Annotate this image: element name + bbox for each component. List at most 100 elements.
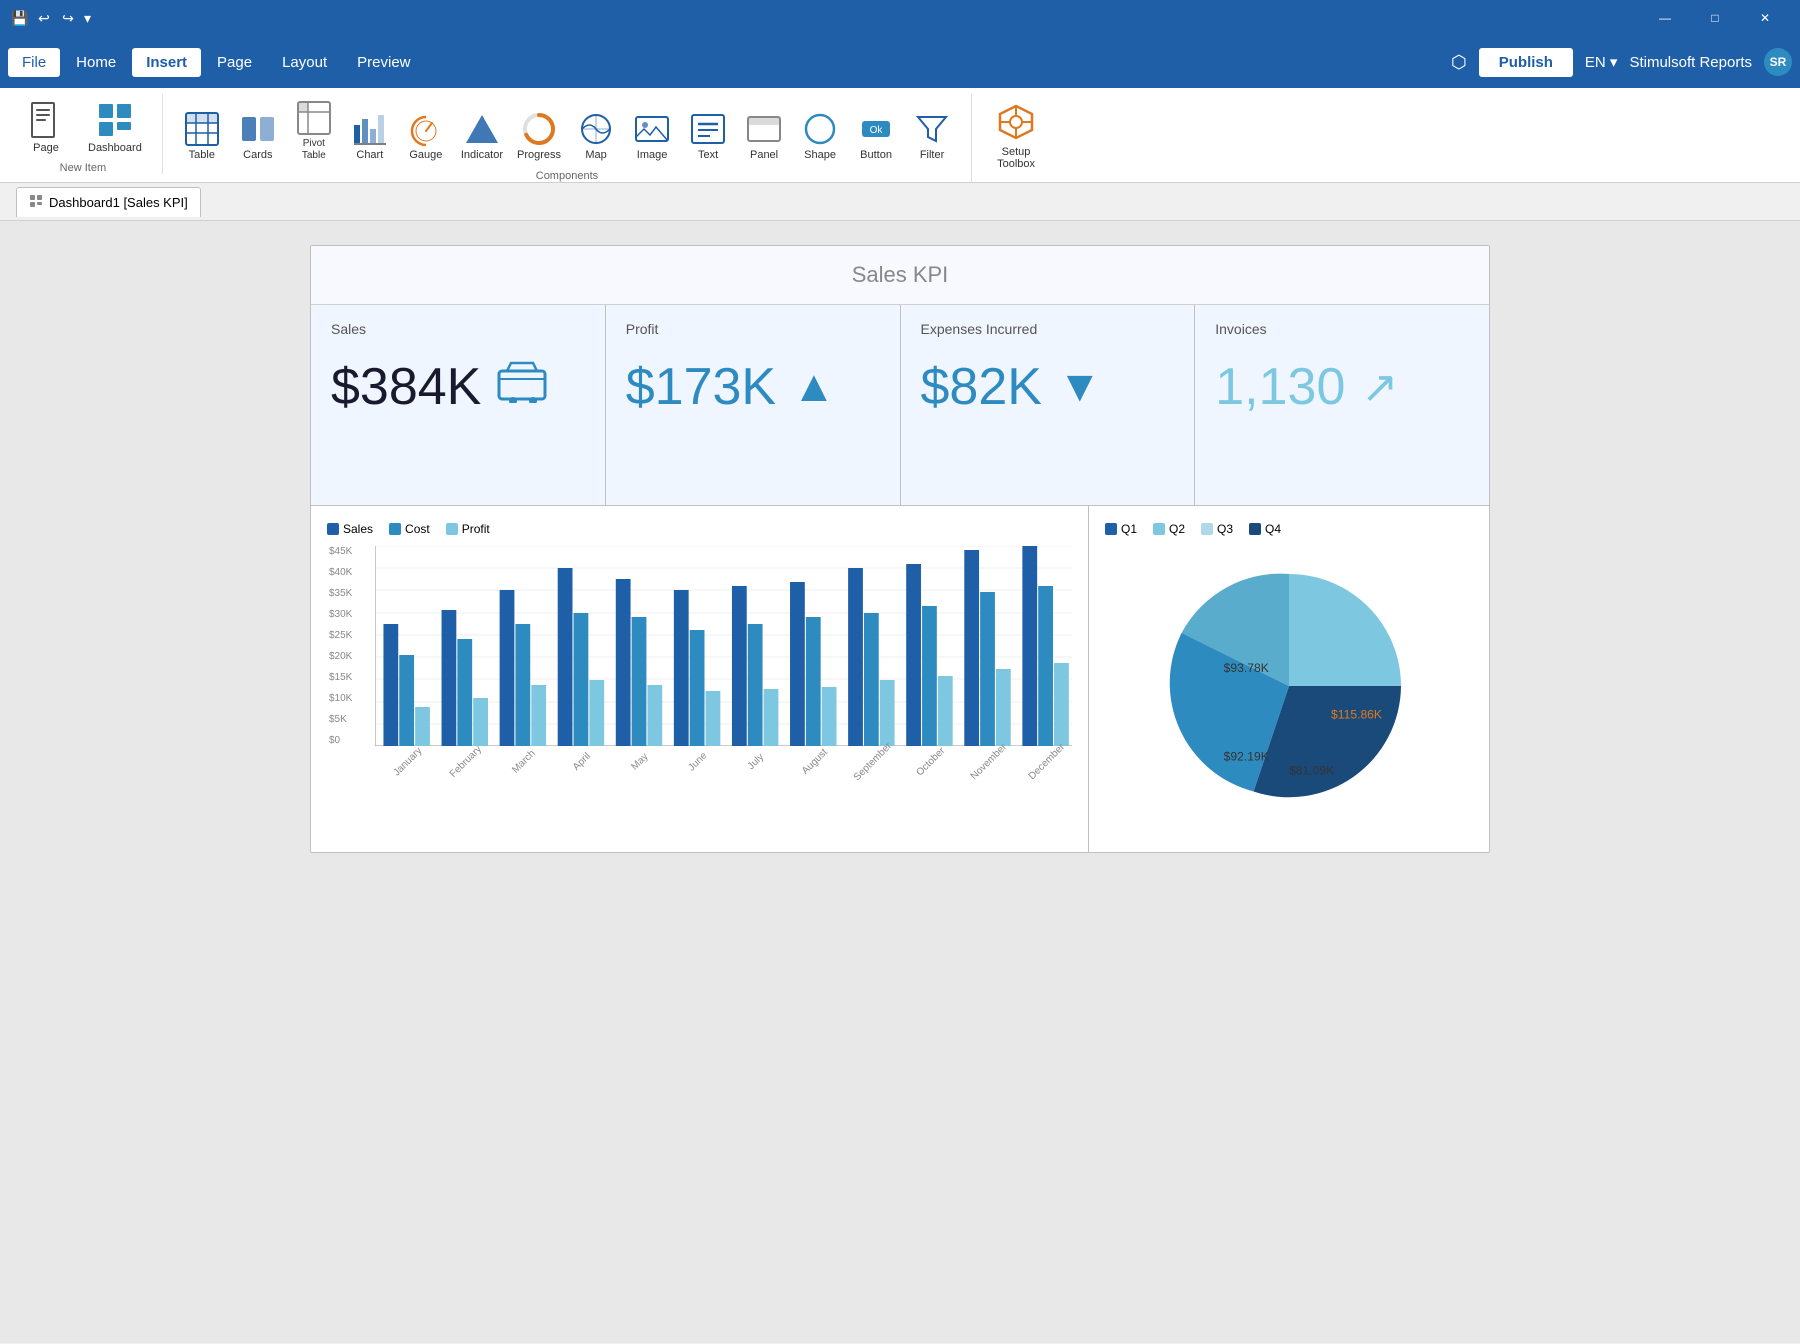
ribbon: Page Dashboard New Item Table: [0, 88, 1800, 183]
app-title: Stimulsoft Reports: [1629, 54, 1752, 71]
kpi-icon-expenses: ▼: [1058, 362, 1102, 412]
kpi-label-expenses: Expenses Incurred: [921, 321, 1175, 337]
kpi-label-profit: Profit: [626, 321, 880, 337]
ribbon-item-page-label: Page: [33, 142, 59, 154]
legend-profit: Profit: [446, 522, 490, 536]
canvas: Sales KPI Sales $384K Profit $173K ▲: [0, 221, 1800, 1343]
tab-dashboard-label: Dashboard1 [Sales KPI]: [49, 195, 188, 210]
ribbon-item-map-label: Map: [585, 149, 606, 162]
legend-dot-q2: [1153, 523, 1165, 535]
legend-dot-q4: [1249, 523, 1261, 535]
menu-item-insert[interactable]: Insert: [132, 48, 201, 77]
kpi-card-expenses: Expenses Incurred $82K ▼: [901, 305, 1196, 505]
tab-dashboard-icon: [29, 194, 43, 211]
window-controls: — □ ✕: [1642, 0, 1788, 36]
ribbon-item-pivot[interactable]: PivotTable: [287, 94, 341, 166]
legend-label-q3: Q3: [1217, 522, 1233, 536]
save-icon[interactable]: 💾: [12, 10, 28, 26]
legend-label-q2: Q2: [1169, 522, 1185, 536]
ribbon-item-image-label: Image: [637, 149, 668, 162]
maximize-button[interactable]: □: [1692, 0, 1738, 36]
ribbon-item-table[interactable]: Table: [175, 105, 229, 166]
ribbon-item-shape-label: Shape: [804, 149, 836, 162]
x-axis: JanuaryFebruaryMarchAprilMayJuneJulyAugu…: [375, 750, 1072, 769]
pie-chart-visual: $93.78K $115.86K $92.19K $81.09K: [1105, 546, 1473, 826]
pie-svg: $93.78K $115.86K $92.19K $81.09K: [1139, 546, 1439, 826]
share-icon[interactable]: ⬡: [1451, 52, 1467, 73]
kpi-icon-invoices: ↗: [1361, 362, 1398, 413]
legend-dot-q3: [1201, 523, 1213, 535]
ribbon-item-filter-label: Filter: [920, 149, 944, 162]
menu-item-home[interactable]: Home: [62, 48, 130, 77]
legend-dot-q1: [1105, 523, 1117, 535]
kpi-value-sales: $384K: [331, 357, 481, 417]
legend-dot-cost: [389, 523, 401, 535]
svg-text:$115.86K: $115.86K: [1331, 708, 1382, 722]
kpi-value-invoices: 1,130: [1215, 357, 1345, 417]
ribbon-item-page[interactable]: Page: [16, 94, 76, 158]
legend-q3: Q3: [1201, 522, 1233, 536]
menu-item-page[interactable]: Page: [203, 48, 266, 77]
kpi-card-invoices: Invoices 1,130 ↗: [1195, 305, 1489, 505]
kpi-icon-sales: [497, 359, 547, 415]
kpi-card-sales: Sales $384K: [311, 305, 606, 505]
svg-text:Ok: Ok: [870, 125, 884, 136]
kpi-value-profit: $173K: [626, 357, 776, 417]
ribbon-item-button[interactable]: Ok Button: [849, 105, 903, 166]
bar-chart-container: Sales Cost Profit $45K$40K$35K$30K$25K$2…: [311, 506, 1089, 852]
legend-q2: Q2: [1153, 522, 1185, 536]
ribbon-item-panel-label: Panel: [750, 149, 778, 162]
ribbon-item-setup-toolbox[interactable]: SetupToolbox: [984, 94, 1048, 174]
ribbon-item-shape[interactable]: Shape: [793, 105, 847, 166]
title-bar: 💾 ↩ ↪ ▾ — □ ✕: [0, 0, 1800, 36]
kpi-card-profit: Profit $173K ▲: [606, 305, 901, 505]
ribbon-item-dashboard[interactable]: Dashboard: [80, 94, 150, 158]
ribbon-item-chart[interactable]: Chart: [343, 105, 397, 166]
ribbon-item-button-label: Button: [860, 149, 892, 162]
ribbon-item-gauge[interactable]: Gauge: [399, 105, 453, 166]
charts-row: Sales Cost Profit $45K$40K$35K$30K$25K$2…: [311, 506, 1489, 852]
menu-item-file[interactable]: File: [8, 48, 60, 77]
ribbon-item-indicator[interactable]: Indicator: [455, 105, 509, 166]
tab-dashboard1[interactable]: Dashboard1 [Sales KPI]: [16, 187, 201, 217]
ribbon-group-new-item: Page Dashboard New Item: [16, 94, 163, 174]
avatar: SR: [1764, 48, 1792, 76]
ribbon-group-components: Table Cards PivotTable: [163, 94, 972, 182]
legend-label-cost: Cost: [405, 522, 430, 536]
ribbon-item-image[interactable]: Image: [625, 105, 679, 166]
legend-sales: Sales: [327, 522, 373, 536]
minimize-button[interactable]: —: [1642, 0, 1688, 36]
ribbon-item-progress[interactable]: Progress: [511, 105, 567, 166]
legend-q4: Q4: [1249, 522, 1281, 536]
ribbon-item-text[interactable]: Text: [681, 105, 735, 166]
ribbon-item-dashboard-label: Dashboard: [88, 142, 142, 154]
svg-text:$92.19K: $92.19K: [1224, 750, 1269, 764]
svg-text:$93.78K: $93.78K: [1224, 661, 1269, 675]
legend-cost: Cost: [389, 522, 430, 536]
legend-label-sales: Sales: [343, 522, 373, 536]
ribbon-item-cards[interactable]: Cards: [231, 105, 285, 166]
menu-item-layout[interactable]: Layout: [268, 48, 341, 77]
close-button[interactable]: ✕: [1742, 0, 1788, 36]
dashboard: Sales KPI Sales $384K Profit $173K ▲: [310, 245, 1490, 853]
ribbon-item-cards-label: Cards: [243, 149, 272, 162]
pie-chart-container: Q1 Q2 Q3 Q4: [1089, 506, 1489, 852]
lang-selector[interactable]: EN ▾: [1585, 53, 1618, 71]
menu-right: ⬡ Publish EN ▾ Stimulsoft Reports SR: [1451, 48, 1792, 77]
ribbon-item-setup-toolbox-label: SetupToolbox: [997, 146, 1035, 170]
legend-label-profit: Profit: [462, 522, 490, 536]
menu-icon: ▾: [84, 10, 91, 27]
ribbon-item-text-label: Text: [698, 149, 718, 162]
ribbon-group-new-item-label: New Item: [60, 162, 106, 174]
ribbon-item-panel[interactable]: Panel: [737, 105, 791, 166]
menu-item-preview[interactable]: Preview: [343, 48, 424, 77]
ribbon-item-map[interactable]: Map: [569, 105, 623, 166]
svg-text:$81.09K: $81.09K: [1289, 764, 1334, 778]
ribbon-item-indicator-label: Indicator: [461, 149, 503, 162]
redo-icon[interactable]: ↪: [60, 10, 76, 26]
ribbon-item-filter[interactable]: Filter: [905, 105, 959, 166]
undo-icon[interactable]: ↩: [36, 10, 52, 26]
pie-chart-legend: Q1 Q2 Q3 Q4: [1105, 522, 1473, 536]
ribbon-item-table-label: Table: [189, 149, 215, 162]
publish-button[interactable]: Publish: [1479, 48, 1573, 77]
